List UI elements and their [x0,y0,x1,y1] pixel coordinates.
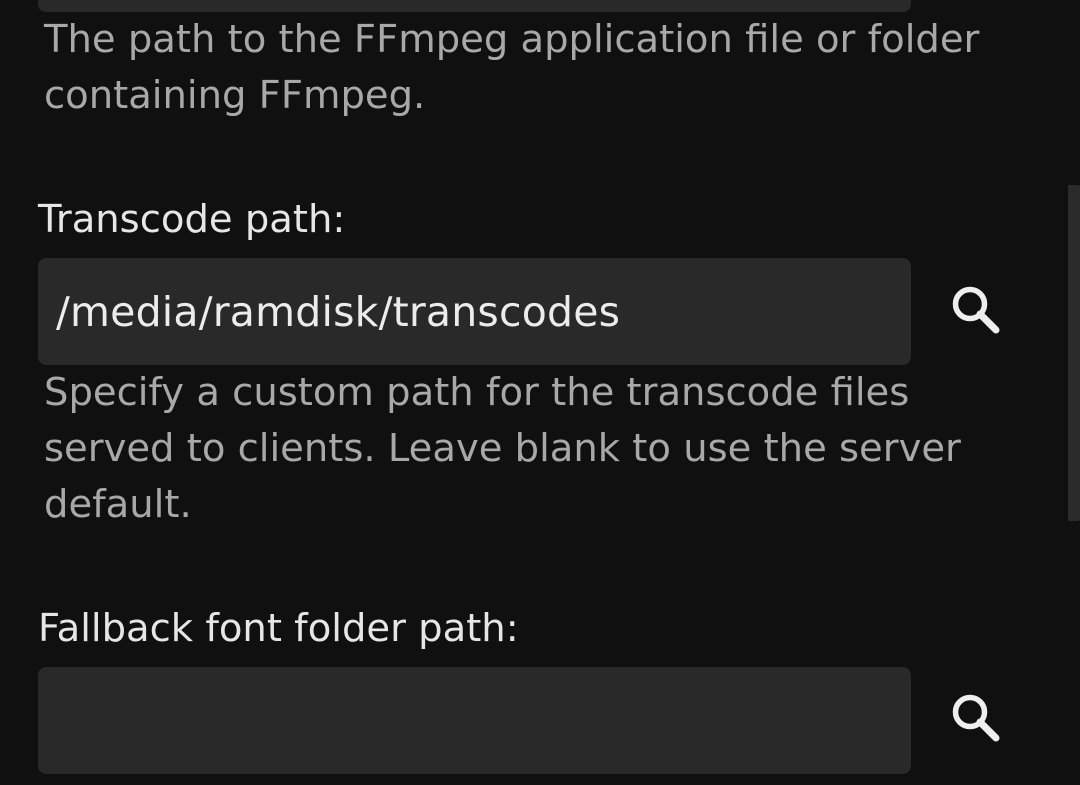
ffmpeg-path-input[interactable] [38,0,911,12]
fallback-font-folder-label: Fallback font folder path: [38,606,519,651]
fallback-font-folder-search-button[interactable] [944,686,1008,750]
page-scrollbar[interactable] [1068,185,1080,521]
fallback-font-folder-input[interactable] [38,667,911,774]
ffmpeg-path-help-text: The path to the FFmpeg application file … [44,17,980,118]
transcode-path-value: /media/ramdisk/transcodes [56,287,621,336]
transcode-path-input[interactable]: /media/ramdisk/transcodes [38,258,911,365]
search-icon [952,286,1000,334]
transcode-path-label: Transcode path: [38,197,346,242]
search-icon [952,694,1000,742]
transcode-path-help-text: Specify a custom path for the transcode … [44,370,961,527]
transcode-path-search-button[interactable] [944,278,1008,342]
